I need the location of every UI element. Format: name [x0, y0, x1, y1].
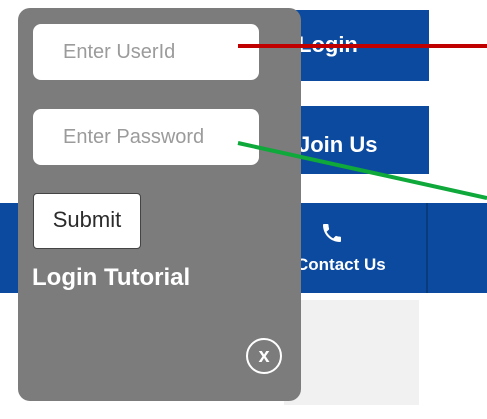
annotation-arrows: [237, 44, 487, 200]
green-arrow-line: [237, 141, 487, 200]
